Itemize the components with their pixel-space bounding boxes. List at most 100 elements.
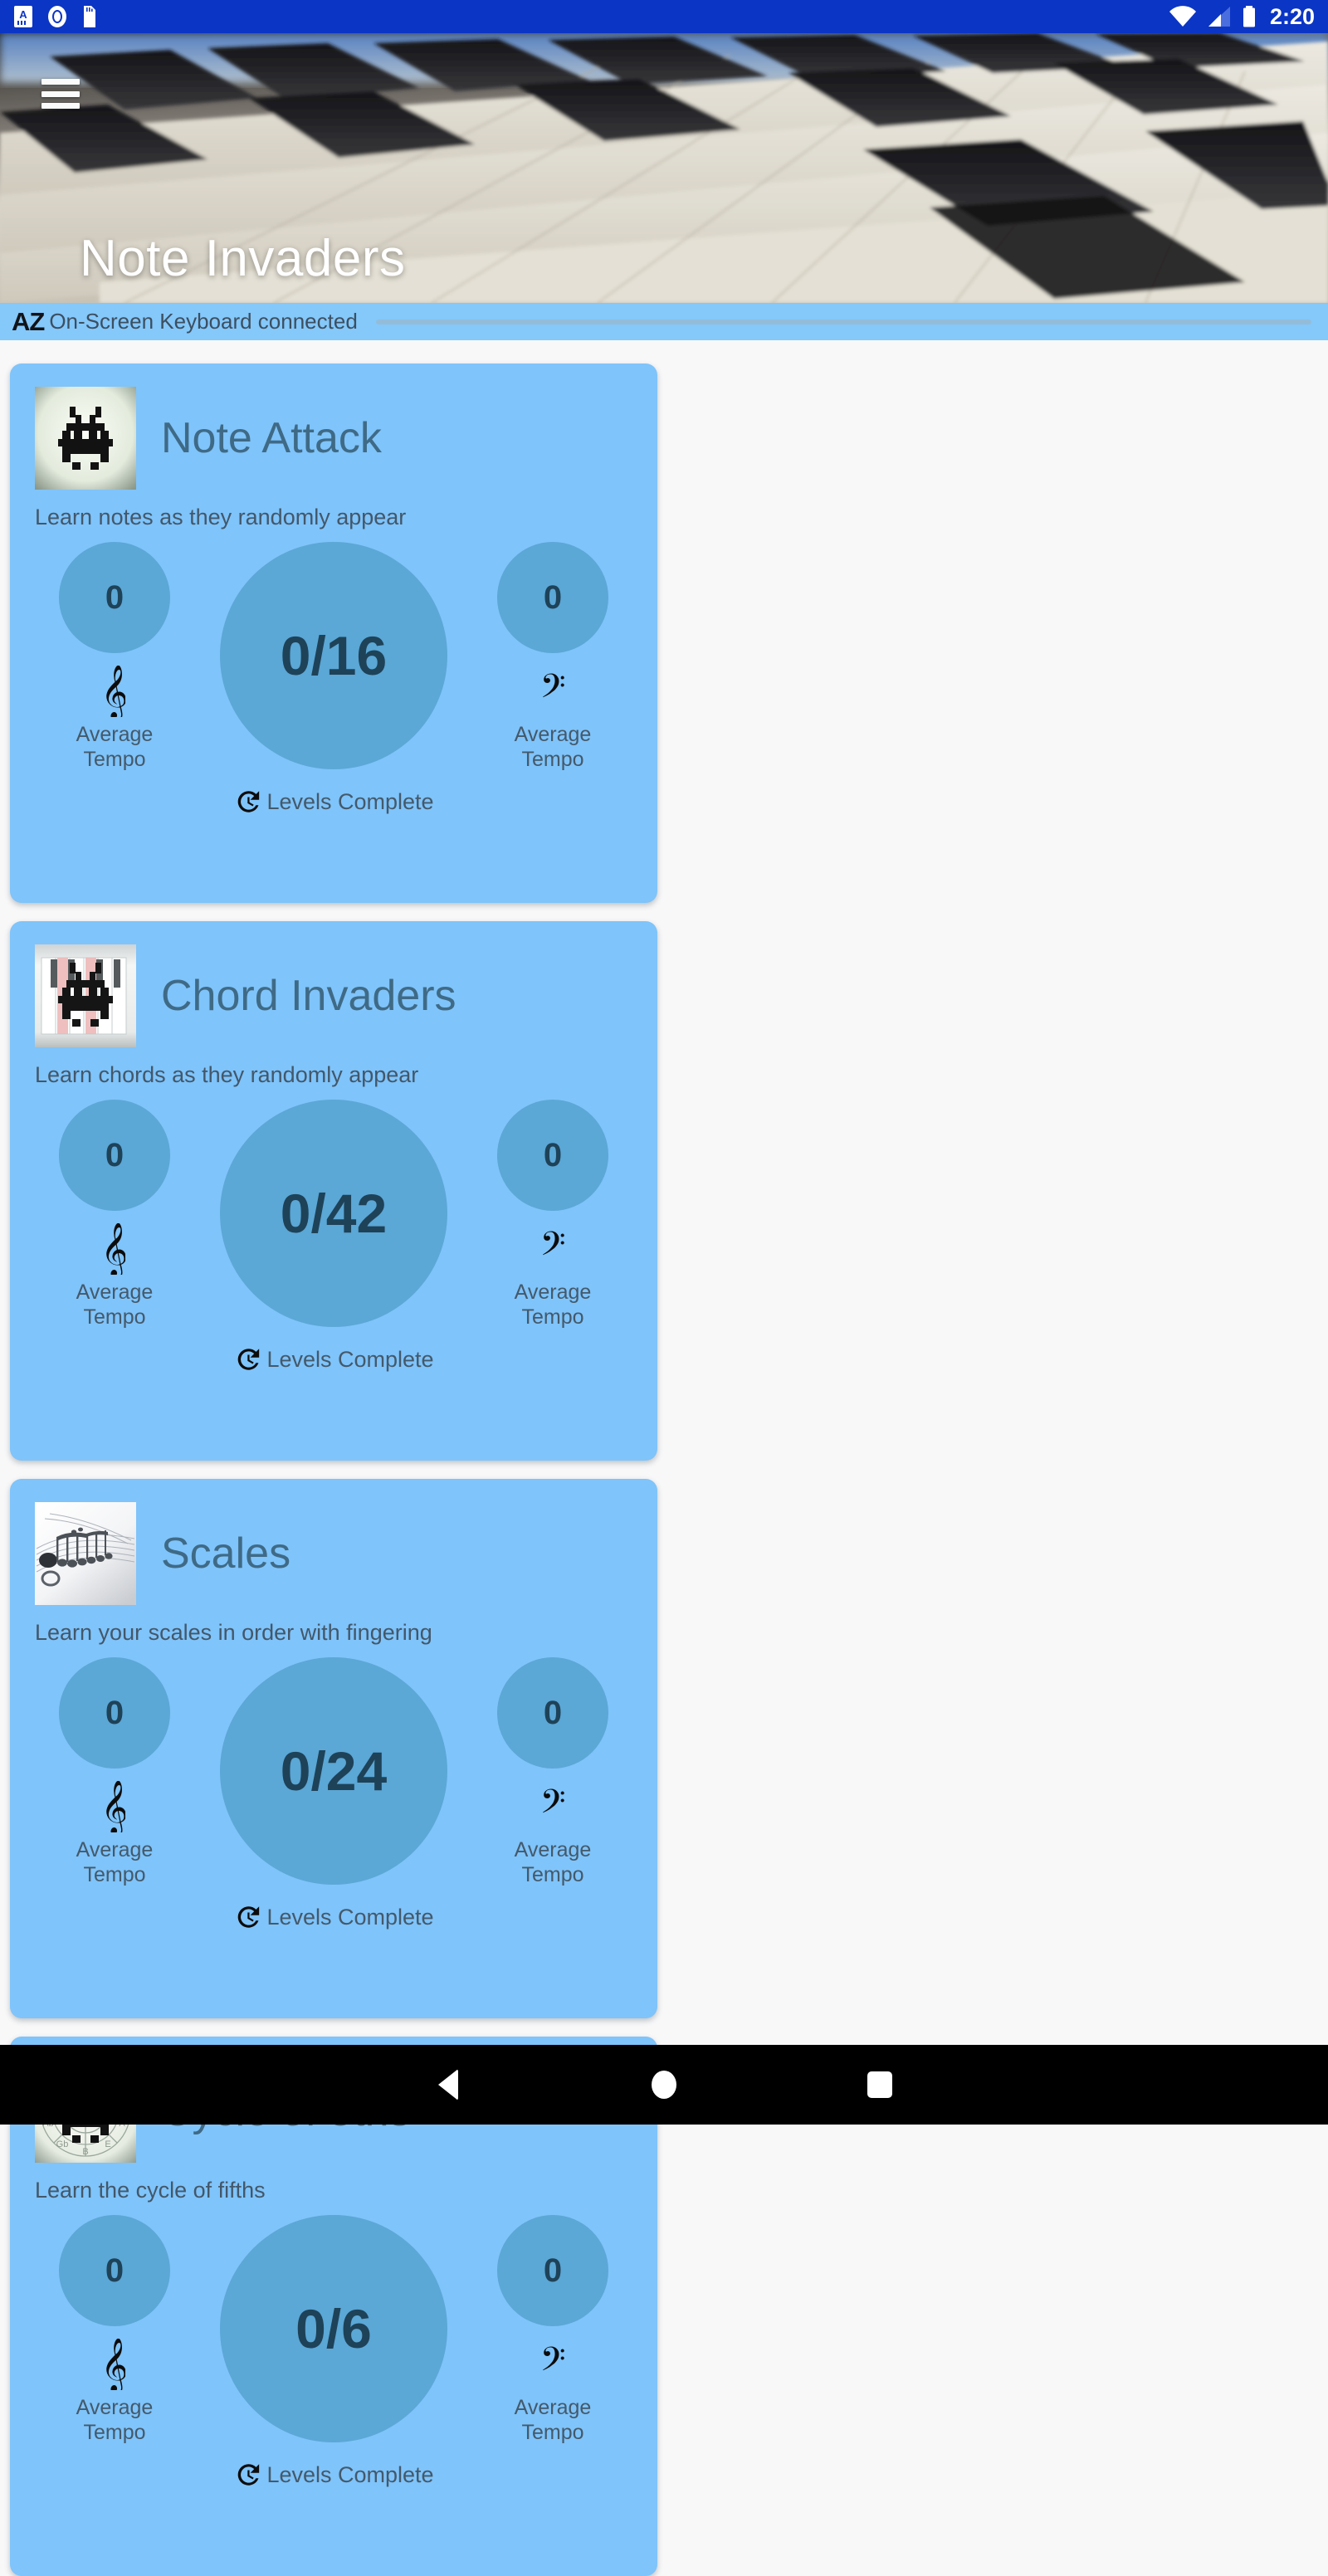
hamburger-menu-icon[interactable]: [42, 79, 80, 109]
levels-score-value: 0/6: [220, 2215, 447, 2442]
treble-tempo-label: Average Tempo: [76, 2396, 154, 2445]
bass-tempo-value: 0: [497, 1657, 608, 1769]
card-stats-row: 0 𝄞 Average Tempo 0/16: [35, 542, 632, 816]
treble-clef-icon: 𝄞: [104, 2338, 125, 2391]
game-card-chord-invaders[interactable]: Chord Invaders Learn chords as they rand…: [10, 921, 657, 1461]
chord-invader-sprite-icon: [35, 944, 136, 1047]
svg-text:B: B: [82, 2147, 88, 2157]
levels-score-value: 0/24: [220, 1657, 447, 1885]
battery-icon: [1242, 5, 1257, 28]
svg-text:𝄢: 𝄢: [540, 1783, 566, 1829]
treble-tempo-value: 0: [59, 542, 170, 653]
card-stats-row: 0 𝄞 Average Tempo 0/24: [35, 1657, 632, 1931]
history-restore-icon: [233, 788, 261, 816]
tempo-label-line1: Average: [515, 1838, 592, 1861]
back-triangle-icon: [438, 2069, 458, 2100]
levels-complete-row: Levels Complete: [233, 1345, 433, 1373]
game-cards-grid: Note Attack Learn notes as they randomly…: [0, 363, 1328, 2576]
treble-tempo-group[interactable]: 0 𝄞 Average Tempo: [48, 1100, 181, 1329]
levels-complete-row: Levels Complete: [233, 2461, 433, 2489]
menu-line-1: [42, 79, 80, 85]
menu-line-2: [42, 91, 80, 97]
history-restore-icon: [233, 1903, 261, 1931]
levels-score-value: 0/42: [220, 1100, 447, 1327]
tempo-label-line1: Average: [76, 1838, 154, 1861]
tempo-label-line2: Tempo: [83, 1305, 145, 1329]
tempo-label-line2: Tempo: [83, 748, 145, 771]
bass-tempo-value: 0: [497, 542, 608, 653]
bass-tempo-value: 0: [497, 1100, 608, 1211]
az-badge: AZ: [12, 309, 44, 334]
bass-clef-icon: 𝄢: [536, 1222, 569, 1276]
connection-divider: [376, 320, 1311, 324]
card-title: Note Attack: [161, 417, 382, 460]
recents-square-icon: [867, 2071, 892, 2098]
treble-clef-icon: 𝄞: [104, 1780, 125, 1833]
circle-notification-icon: [46, 5, 68, 28]
card-subtitle: Learn your scales in order with fingerin…: [35, 1620, 632, 1646]
card-stats-row: 0 𝄞 Average Tempo 0/6: [35, 2215, 632, 2489]
treble-tempo-label: Average Tempo: [76, 1281, 154, 1329]
bass-tempo-group[interactable]: 0 𝄢 Average Tempo: [486, 1657, 619, 1887]
card-title: Chord Invaders: [161, 974, 456, 1017]
levels-score-group[interactable]: 0/42 Levels Complete: [181, 1100, 486, 1373]
nav-back-button[interactable]: [340, 2045, 556, 2125]
tempo-label-line1: Average: [515, 1281, 592, 1304]
treble-tempo-label: Average Tempo: [76, 1838, 154, 1887]
levels-score-value: 0/16: [220, 542, 447, 769]
tempo-label-line1: Average: [515, 723, 592, 746]
treble-tempo-group[interactable]: 0 𝄞 Average Tempo: [48, 2215, 181, 2445]
levels-score-group[interactable]: 0/24 Levels Complete: [181, 1657, 486, 1931]
game-card-note-attack[interactable]: Note Attack Learn notes as they randomly…: [10, 363, 657, 903]
treble-tempo-group[interactable]: 0 𝄞 Average Tempo: [48, 542, 181, 772]
levels-score-group[interactable]: 0/6 Levels Complete: [181, 2215, 486, 2489]
app-header: Note Invaders: [0, 33, 1328, 303]
svg-text:A: A: [19, 8, 27, 21]
connection-status-label: On-Screen Keyboard connected: [49, 309, 357, 334]
bass-clef-icon: 𝄢: [536, 665, 569, 718]
nav-recents-button[interactable]: [772, 2045, 988, 2125]
tempo-label-line1: Average: [76, 1281, 154, 1304]
app-notification-icon: A: [13, 5, 33, 28]
home-circle-icon: [652, 2071, 676, 2099]
signal-icon: [1207, 5, 1232, 28]
history-restore-icon: [233, 2461, 261, 2489]
bass-tempo-group[interactable]: 0 𝄢 Average Tempo: [486, 1100, 619, 1329]
treble-tempo-group[interactable]: 0 𝄞 Average Tempo: [48, 1657, 181, 1887]
tempo-label-line1: Average: [76, 723, 154, 746]
card-header: Scales: [35, 1502, 632, 1605]
tempo-label-line1: Average: [76, 2396, 154, 2419]
keyboard-connection-bar: AZ On-Screen Keyboard connected: [0, 303, 1328, 340]
wifi-icon: [1169, 5, 1197, 28]
page-title: Note Invaders: [80, 229, 406, 288]
card-header: Chord Invaders: [35, 944, 632, 1047]
treble-clef-icon: 𝄞: [104, 1222, 125, 1276]
svg-text:𝄞: 𝄞: [104, 2339, 125, 2390]
sd-card-icon: [81, 5, 98, 28]
history-restore-icon: [233, 1345, 261, 1373]
bass-tempo-group[interactable]: 0 𝄢 Average Tempo: [486, 542, 619, 772]
levels-complete-label: Levels Complete: [266, 2462, 433, 2488]
levels-complete-label: Levels Complete: [266, 1347, 433, 1373]
bass-tempo-value: 0: [497, 2215, 608, 2326]
game-card-scales[interactable]: Scales Learn your scales in order with f…: [10, 1479, 657, 2018]
levels-score-group[interactable]: 0/16 Levels Complete: [181, 542, 486, 816]
bass-tempo-label: Average Tempo: [515, 1838, 592, 1887]
sheet-music-notes-icon: [35, 1502, 136, 1605]
bass-tempo-label: Average Tempo: [515, 1281, 592, 1329]
tempo-label-line2: Tempo: [521, 748, 583, 771]
card-title: Scales: [161, 1532, 290, 1575]
svg-text:𝄞: 𝄞: [104, 666, 125, 717]
nav-home-button[interactable]: [556, 2045, 772, 2125]
bass-tempo-group[interactable]: 0 𝄢 Average Tempo: [486, 2215, 619, 2445]
svg-text:𝄢: 𝄢: [540, 1225, 566, 1271]
card-subtitle: Learn chords as they randomly appear: [35, 1062, 632, 1088]
tempo-label-line2: Tempo: [83, 1863, 145, 1886]
tempo-label-line2: Tempo: [83, 2421, 145, 2444]
svg-text:E: E: [105, 2139, 110, 2149]
card-subtitle: Learn the cycle of fifths: [35, 2178, 632, 2203]
android-status-bar: A 2:20: [0, 0, 1328, 33]
android-navigation-bar: [0, 2045, 1328, 2125]
bass-tempo-label: Average Tempo: [515, 2396, 592, 2445]
levels-complete-label: Levels Complete: [266, 789, 433, 815]
